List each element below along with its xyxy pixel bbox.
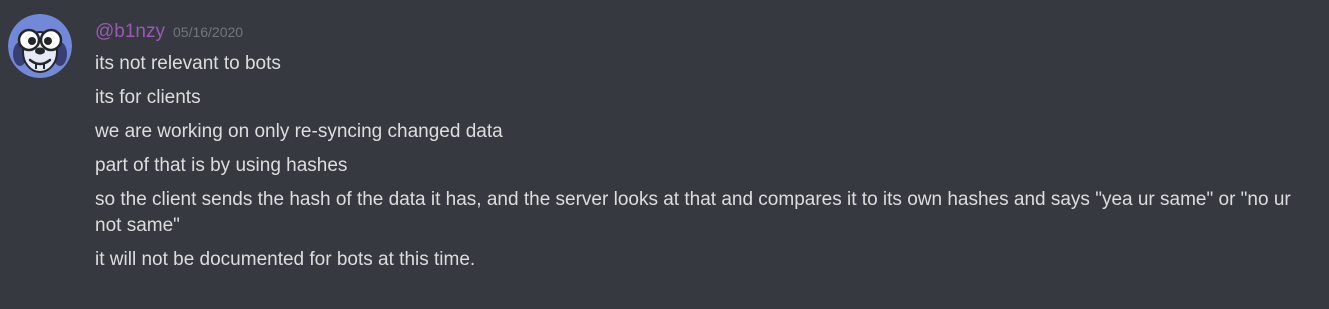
author-username[interactable]: @b1nzy	[95, 21, 165, 42]
user-avatar[interactable]	[8, 14, 72, 78]
message-lines: its not relevant to bots its for clients…	[95, 51, 1320, 281]
message-group: @b1nzy 05/16/2020 its not relevant to bot…	[0, 0, 1329, 309]
message-timestamp: 05/16/2020	[173, 24, 244, 40]
cartoon-dog-avatar-icon	[8, 14, 72, 78]
message-line: it will not be documented for bots at th…	[95, 249, 476, 270]
message-line: we are working on only re-syncing change…	[95, 121, 503, 142]
message-line: so the client sends the hash of the data…	[95, 189, 1297, 236]
message-line: its not relevant to bots	[95, 53, 281, 74]
message-line: its for clients	[95, 87, 201, 108]
message-header: @b1nzy 05/16/2020	[95, 19, 243, 45]
message-line: part of that is by using hashes	[95, 155, 348, 176]
